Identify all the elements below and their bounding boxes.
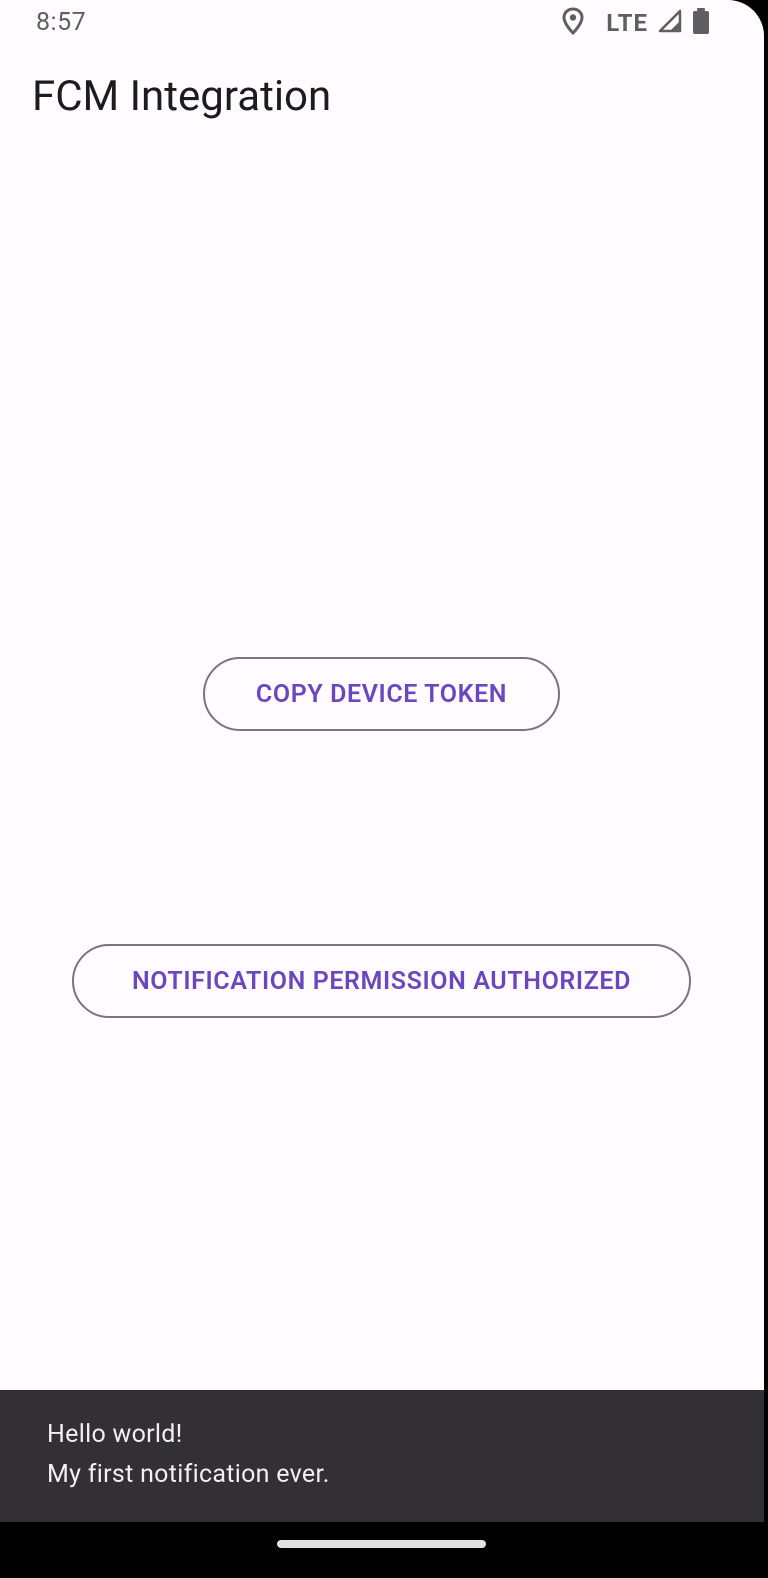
cellular-signal-icon — [658, 9, 682, 37]
copy-device-token-button[interactable]: COPY DEVICE TOKEN — [203, 657, 560, 731]
status-icons: LTE — [562, 7, 710, 39]
app-screen: 8:57 LTE FCM Integration COPY DEVICE TOK… — [0, 0, 764, 1578]
snackbar-title: Hello world! — [47, 1420, 183, 1449]
app-title: FCM Integration — [32, 72, 332, 121]
location-icon — [562, 7, 584, 39]
status-bar: 8:57 LTE — [0, 0, 764, 48]
notification-snackbar — [0, 1390, 764, 1522]
notification-permission-button[interactable]: NOTIFICATION PERMISSION AUTHORIZED — [72, 944, 691, 1018]
battery-icon — [692, 8, 710, 38]
status-time: 8:57 — [36, 8, 87, 37]
navigation-bar — [0, 1522, 768, 1578]
snackbar-message: My first notification ever. — [47, 1460, 330, 1489]
network-type-label: LTE — [606, 9, 648, 37]
home-gesture-handle[interactable] — [277, 1540, 486, 1548]
